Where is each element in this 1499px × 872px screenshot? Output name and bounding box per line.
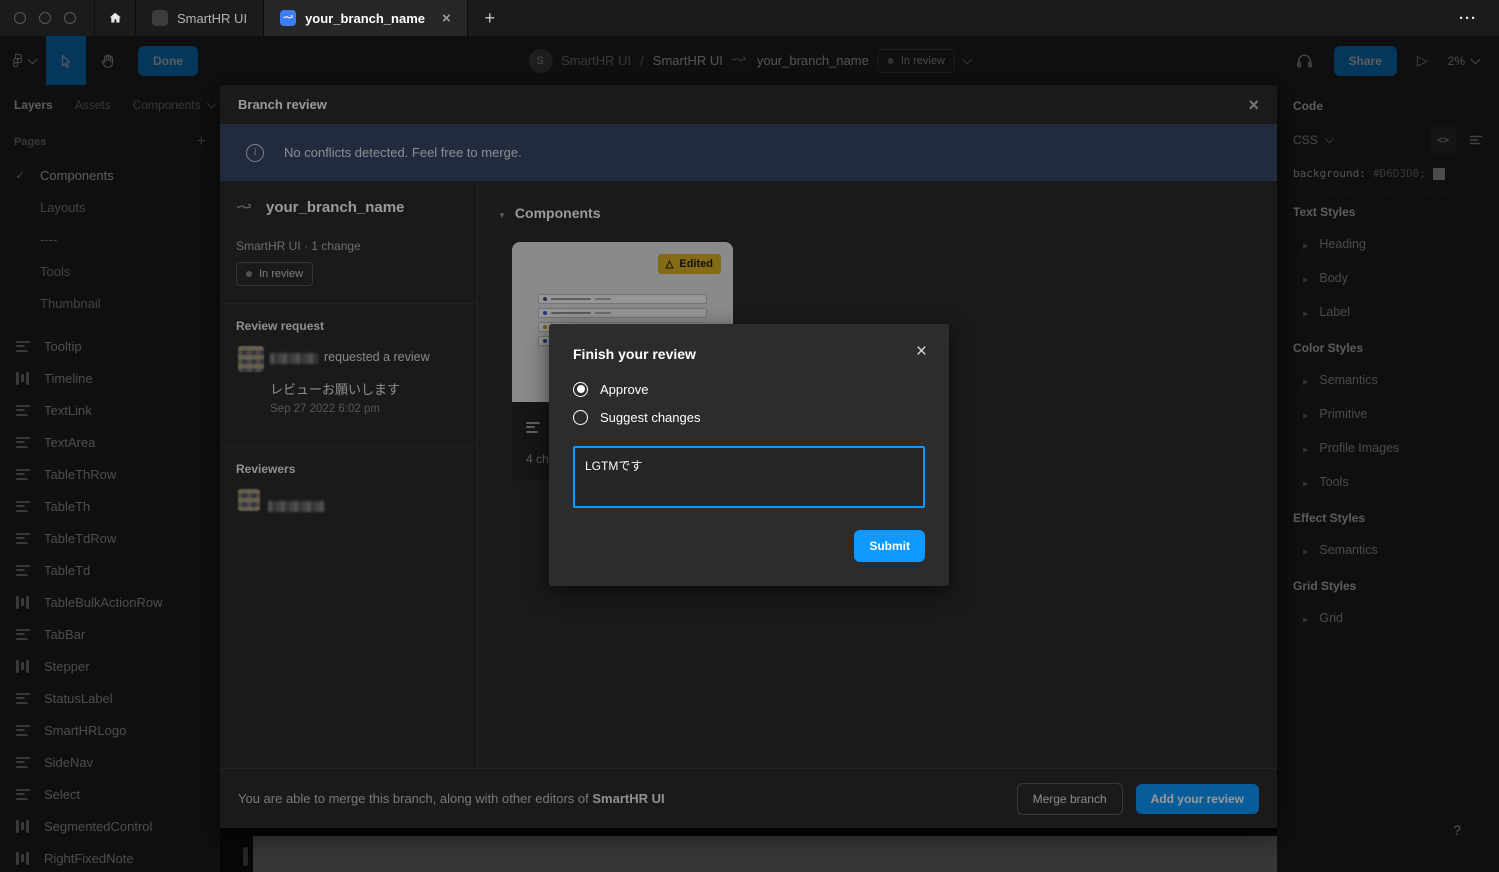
zoom-window-button[interactable] bbox=[64, 12, 76, 24]
branch-icon bbox=[280, 10, 296, 26]
home-button[interactable] bbox=[95, 0, 136, 36]
new-tab-button[interactable] bbox=[468, 0, 512, 36]
submit-button[interactable]: Submit bbox=[854, 530, 925, 562]
radio-option[interactable]: Approve bbox=[573, 381, 700, 397]
home-icon bbox=[107, 10, 123, 26]
radio-icon[interactable] bbox=[573, 410, 588, 425]
close-tab-icon[interactable] bbox=[442, 11, 451, 26]
close-window-button[interactable] bbox=[14, 12, 26, 24]
finish-review-dialog: Finish your review Approve Suggest chang… bbox=[549, 324, 949, 586]
review-options: Approve Suggest changes bbox=[573, 381, 700, 425]
tab-smarthr-ui-file[interactable]: SmartHR UI bbox=[136, 0, 263, 36]
branch-tab-label: your_branch_name bbox=[305, 11, 425, 26]
file-thumbnail-icon bbox=[152, 10, 168, 26]
radio-icon[interactable] bbox=[573, 382, 588, 397]
figma-app-window: SmartHR UI your_branch_name bbox=[0, 0, 1499, 872]
tab-branch-active[interactable]: your_branch_name bbox=[263, 0, 468, 36]
dialog-title: Finish your review bbox=[573, 346, 696, 362]
minimize-window-button[interactable] bbox=[39, 12, 51, 24]
file-tab-label: SmartHR UI bbox=[177, 11, 247, 26]
close-icon[interactable] bbox=[916, 342, 927, 361]
review-comment-input[interactable]: LGTMです bbox=[573, 446, 925, 508]
radio-option[interactable]: Suggest changes bbox=[573, 409, 700, 425]
more-menu-icon[interactable] bbox=[1437, 0, 1499, 36]
window-controls bbox=[0, 0, 95, 36]
window-tab-bar: SmartHR UI your_branch_name bbox=[0, 0, 1499, 36]
radio-label: Approve bbox=[600, 382, 648, 397]
radio-label: Suggest changes bbox=[600, 410, 700, 425]
